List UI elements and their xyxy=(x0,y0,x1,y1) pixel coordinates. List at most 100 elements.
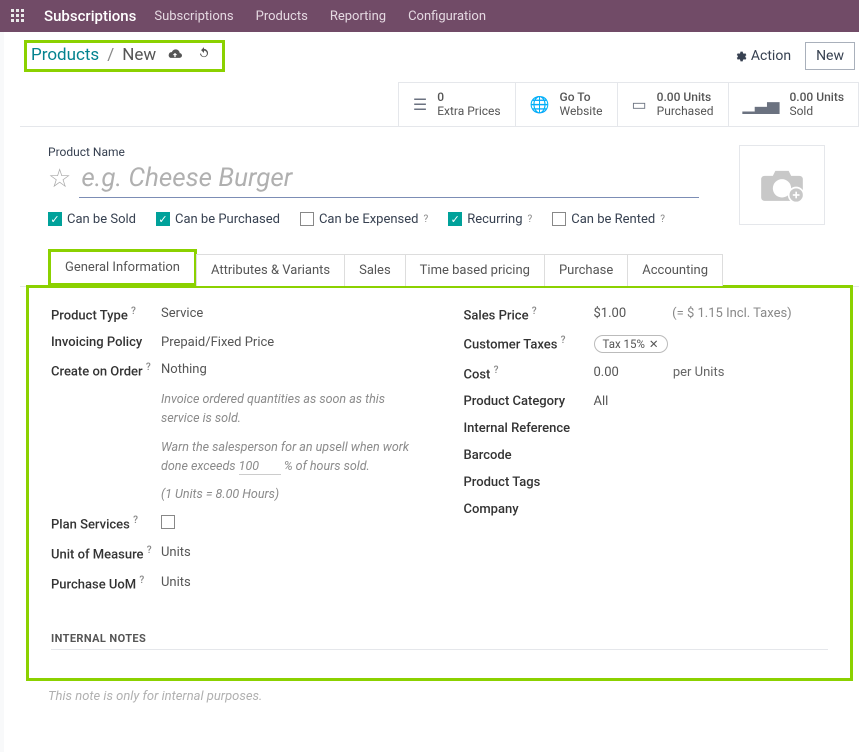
breadcrumb-current: New xyxy=(122,45,156,65)
help-icon[interactable]: ? xyxy=(494,365,499,376)
remove-tag-icon[interactable]: ✕ xyxy=(649,337,659,351)
check-can-be-sold[interactable]: ✓Can be Sold xyxy=(48,212,136,227)
help-icon[interactable]: ? xyxy=(528,214,533,225)
menu-products[interactable]: Products xyxy=(256,9,308,24)
upsell-percent-input[interactable] xyxy=(239,459,281,475)
help-icon[interactable]: ? xyxy=(532,306,537,317)
company-label: Company xyxy=(464,502,594,517)
stat-goto-l: Website xyxy=(560,104,603,118)
product-tags-label: Product Tags xyxy=(464,475,594,490)
help-icon[interactable]: ? xyxy=(146,362,151,373)
topbar: Subscriptions Subscriptions Products Rep… xyxy=(0,0,859,32)
sales-price-value[interactable]: $1.00 xyxy=(594,306,627,323)
action-label: Action xyxy=(751,48,791,64)
favorite-star-icon[interactable]: ☆ xyxy=(48,164,71,194)
help-icon[interactable]: ? xyxy=(147,545,152,556)
checkbox-icon: ✓ xyxy=(156,212,170,226)
menu-configuration[interactable]: Configuration xyxy=(408,9,486,24)
new-button[interactable]: New xyxy=(805,42,855,70)
form-header: Product Name ☆ ✓Can be Sold ✓Can be Purc… xyxy=(20,127,859,235)
sales-price-label: Sales Price xyxy=(464,308,529,323)
tax-tag[interactable]: Tax 15%✕ xyxy=(594,335,668,353)
stat-purch-n: 0.00 Units xyxy=(657,90,714,104)
stat-purchased[interactable]: ▭ 0.00 UnitsPurchased xyxy=(617,82,728,126)
internal-notes-input[interactable]: This note is only for internal purposes. xyxy=(20,681,859,712)
help-units-hours: (1 Units = 8.00 Hours) xyxy=(161,486,416,505)
product-name-input[interactable] xyxy=(79,161,699,198)
cost-value[interactable]: 0.00 xyxy=(594,365,619,382)
help-icon[interactable]: ? xyxy=(133,515,138,526)
help-icon[interactable]: ? xyxy=(660,214,665,225)
stat-buttons: ☰ 0Extra Prices 🌐 Go ToWebsite ▭ 0.00 Un… xyxy=(20,82,859,127)
invoicing-policy-value[interactable]: Prepaid/Fixed Price xyxy=(161,335,416,350)
barcode-label: Barcode xyxy=(464,448,594,463)
stat-sold[interactable]: ▁▃▅ 0.00 UnitsSold xyxy=(728,82,859,126)
discard-icon[interactable] xyxy=(194,46,214,64)
general-information-panel: Product Type ?Service Invoicing PolicyPr… xyxy=(26,285,853,681)
stat-extra-prices[interactable]: ☰ 0Extra Prices xyxy=(398,82,515,126)
breadcrumb-sep: / xyxy=(107,45,114,65)
plan-services-checkbox[interactable] xyxy=(161,515,175,529)
barcode-value[interactable] xyxy=(594,448,829,463)
help-icon[interactable]: ? xyxy=(423,214,428,225)
category-value[interactable]: All xyxy=(594,394,829,409)
action-menu[interactable]: Action xyxy=(734,48,791,64)
uom-value[interactable]: Units xyxy=(161,545,416,562)
menu-reporting[interactable]: Reporting xyxy=(330,9,386,24)
card-icon: ▭ xyxy=(632,95,647,114)
check-can-be-purchased[interactable]: ✓Can be Purchased xyxy=(156,212,280,227)
tab-attributes-variants[interactable]: Attributes & Variants xyxy=(196,254,345,286)
product-image-upload[interactable] xyxy=(739,145,825,225)
internal-ref-value[interactable] xyxy=(594,421,829,436)
create-on-order-value[interactable]: Nothing xyxy=(161,362,416,379)
checkbox-icon: ✓ xyxy=(448,212,462,226)
checkbox-icon xyxy=(552,212,566,226)
bars-icon: ▁▃▅ xyxy=(743,95,780,114)
check-can-be-rented[interactable]: Can be Rented? xyxy=(552,212,665,227)
help-invoice-text: Invoice ordered quantities as soon as th… xyxy=(161,391,416,429)
invoicing-policy-label: Invoicing Policy xyxy=(51,335,161,350)
uom-label: Unit of Measure xyxy=(51,548,144,563)
breadcrumb-root[interactable]: Products xyxy=(31,45,99,65)
tab-purchase[interactable]: Purchase xyxy=(544,254,628,286)
help-upsell-text: Warn the salesperson for an upsell when … xyxy=(161,439,416,477)
tab-accounting[interactable]: Accounting xyxy=(627,254,723,286)
tab-sales[interactable]: Sales xyxy=(344,254,406,286)
stat-purch-l: Purchased xyxy=(657,104,714,118)
help-icon[interactable]: ? xyxy=(139,575,144,586)
cost-label: Cost xyxy=(464,367,491,382)
gear-icon xyxy=(734,50,747,63)
cost-per: per Units xyxy=(673,365,725,382)
product-tags-value[interactable] xyxy=(594,475,829,490)
cloud-save-icon[interactable] xyxy=(164,47,186,64)
stat-goto-website[interactable]: 🌐 Go ToWebsite xyxy=(515,82,617,126)
gi-left-column: Product Type ?Service Invoicing PolicyPr… xyxy=(51,306,416,604)
stat-sold-l: Sold xyxy=(789,104,844,118)
customer-taxes-label: Customer Taxes xyxy=(464,337,558,352)
purchase-uom-value[interactable]: Units xyxy=(161,575,416,592)
tab-general-information[interactable]: General Information xyxy=(48,249,197,286)
apps-icon[interactable] xyxy=(10,8,26,24)
gi-right-column: Sales Price ? $1.00 (= $ 1.15 Incl. Taxes… xyxy=(464,306,829,604)
app-name[interactable]: Subscriptions xyxy=(44,7,136,25)
globe-icon: 🌐 xyxy=(530,95,550,114)
purchase-uom-label: Purchase UoM xyxy=(51,577,136,592)
stat-goto-n: Go To xyxy=(560,90,603,104)
check-can-be-expensed[interactable]: Can be Expensed? xyxy=(300,212,428,227)
category-label: Product Category xyxy=(464,394,594,409)
sales-price-incl: (= $ 1.15 Incl. Taxes) xyxy=(672,306,792,323)
stat-extra-n: 0 xyxy=(437,90,500,104)
product-type-value[interactable]: Service xyxy=(161,306,416,323)
plan-services-label: Plan Services xyxy=(51,518,130,533)
tabs: General Information Attributes & Variant… xyxy=(20,249,859,287)
tab-time-based-pricing[interactable]: Time based pricing xyxy=(405,254,545,286)
help-icon[interactable]: ? xyxy=(561,335,566,346)
menu-subscriptions[interactable]: Subscriptions xyxy=(154,9,233,24)
list-icon: ☰ xyxy=(413,95,427,114)
top-menu: Subscriptions Products Reporting Configu… xyxy=(154,9,486,24)
checkbox-icon xyxy=(300,212,314,226)
help-icon[interactable]: ? xyxy=(131,306,136,317)
check-recurring[interactable]: ✓Recurring? xyxy=(448,212,532,227)
create-on-order-label: Create on Order xyxy=(51,364,143,379)
company-value[interactable] xyxy=(594,502,829,517)
